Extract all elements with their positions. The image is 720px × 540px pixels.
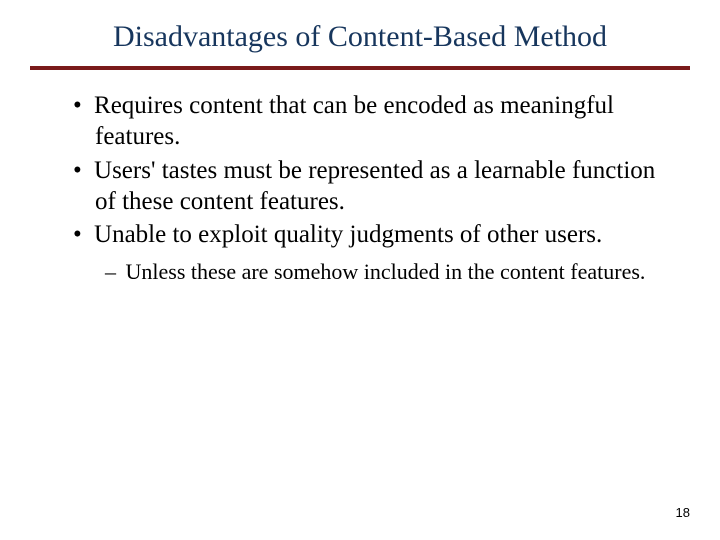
- slide-container: Disadvantages of Content-Based Method Re…: [0, 0, 720, 540]
- page-number: 18: [676, 505, 690, 520]
- title-underline: [30, 66, 690, 70]
- sub-bullet-item: Unless these are somehow included in the…: [50, 258, 670, 286]
- bullet-item: Requires content that can be encoded as …: [50, 90, 670, 153]
- bullet-list: Requires content that can be encoded as …: [50, 90, 670, 250]
- sub-bullet-list: Unless these are somehow included in the…: [50, 258, 670, 286]
- bullet-item: Users' tastes must be represented as a l…: [50, 155, 670, 218]
- slide-title: Disadvantages of Content-Based Method: [30, 20, 690, 66]
- bullet-item: Unable to exploit quality judgments of o…: [50, 219, 670, 250]
- slide-content: Requires content that can be encoded as …: [0, 90, 720, 286]
